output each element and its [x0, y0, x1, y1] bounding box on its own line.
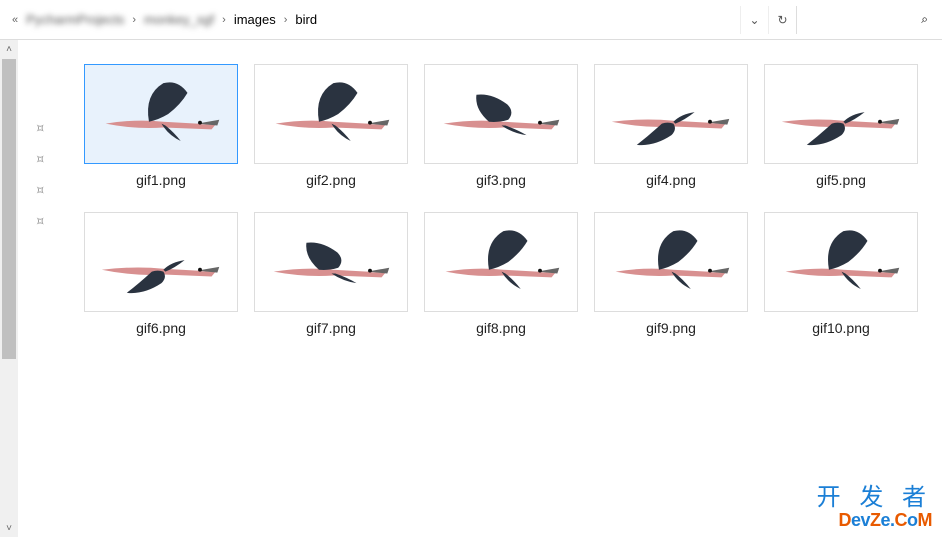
file-item[interactable]: gif7.png [252, 212, 410, 336]
chevron-right-icon: › [222, 14, 226, 26]
refresh-button[interactable]: ↻ [768, 6, 796, 34]
bird-image-icon [96, 74, 226, 154]
main-area: ˄ ˅ ✧ ✧ ✧ ✧ gif1.png gif2.png gif3.png gif4… [0, 40, 942, 537]
breadcrumb-item[interactable]: bird [291, 10, 321, 29]
bird-image-icon [266, 74, 396, 154]
file-thumbnail[interactable] [764, 212, 918, 312]
bird-image-icon [776, 222, 906, 302]
bird-image-icon [266, 222, 396, 302]
chevron-down-icon: ⌄ [749, 13, 759, 27]
address-toolbar: « PycharmProjects › monkey_sgf › images … [0, 0, 942, 40]
file-name-label[interactable]: gif10.png [812, 320, 870, 336]
file-thumbnail[interactable] [84, 212, 238, 312]
quick-access-pins: ✧ ✧ ✧ ✧ [18, 40, 62, 537]
file-name-label[interactable]: gif2.png [306, 172, 356, 188]
file-name-label[interactable]: gif3.png [476, 172, 526, 188]
scroll-up-icon[interactable]: ˄ [0, 40, 18, 58]
bird-image-icon [436, 74, 566, 154]
history-dropdown-button[interactable]: ⌄ [740, 6, 768, 34]
breadcrumb-item[interactable]: PycharmProjects [22, 10, 128, 29]
file-grid[interactable]: gif1.png gif2.png gif3.png gif4.png gif5.png… [62, 40, 942, 537]
chevron-right-icon: › [284, 14, 288, 26]
file-name-label[interactable]: gif4.png [646, 172, 696, 188]
file-item[interactable]: gif8.png [422, 212, 580, 336]
pin-icon[interactable]: ✧ [30, 211, 50, 231]
bird-image-icon [606, 222, 736, 302]
file-item[interactable]: gif3.png [422, 64, 580, 188]
scroll-thumb[interactable] [2, 59, 16, 359]
bird-image-icon [776, 74, 906, 154]
file-item[interactable]: gif9.png [592, 212, 750, 336]
scroll-down-icon[interactable]: ˅ [0, 519, 18, 537]
pin-icon[interactable]: ✧ [30, 118, 50, 138]
file-thumbnail[interactable] [594, 212, 748, 312]
file-item[interactable]: gif1.png [82, 64, 240, 188]
pin-icon[interactable]: ✧ [30, 180, 50, 200]
file-item[interactable]: gif10.png [762, 212, 920, 336]
file-thumbnail[interactable] [594, 64, 748, 164]
file-item[interactable]: gif2.png [252, 64, 410, 188]
file-thumbnail[interactable] [254, 212, 408, 312]
bird-image-icon [436, 222, 566, 302]
breadcrumb-item[interactable]: images [230, 10, 280, 29]
breadcrumb[interactable]: « PycharmProjects › monkey_sgf › images … [6, 10, 740, 29]
file-item[interactable]: gif5.png [762, 64, 920, 188]
refresh-icon: ↻ [777, 13, 787, 27]
file-thumbnail[interactable] [84, 64, 238, 164]
search-icon: ⌕ [921, 12, 928, 27]
bird-image-icon [606, 74, 736, 154]
file-name-label[interactable]: gif6.png [136, 320, 186, 336]
search-input[interactable]: ⌕ [796, 6, 936, 34]
file-item[interactable]: gif4.png [592, 64, 750, 188]
bird-image-icon [96, 222, 226, 302]
file-name-label[interactable]: gif9.png [646, 320, 696, 336]
back-chevron-icon: « [12, 14, 18, 26]
breadcrumb-item[interactable]: monkey_sgf [140, 10, 218, 29]
file-name-label[interactable]: gif7.png [306, 320, 356, 336]
file-thumbnail[interactable] [424, 64, 578, 164]
file-item[interactable]: gif6.png [82, 212, 240, 336]
file-name-label[interactable]: gif5.png [816, 172, 866, 188]
file-thumbnail[interactable] [424, 212, 578, 312]
pin-icon[interactable]: ✧ [30, 149, 50, 169]
left-gutter: ˄ ˅ ✧ ✧ ✧ ✧ [0, 40, 62, 537]
nav-scrollbar[interactable]: ˄ ˅ [0, 40, 18, 537]
file-name-label[interactable]: gif1.png [136, 172, 186, 188]
file-thumbnail[interactable] [254, 64, 408, 164]
file-name-label[interactable]: gif8.png [476, 320, 526, 336]
chevron-right-icon: › [132, 14, 136, 26]
file-thumbnail[interactable] [764, 64, 918, 164]
